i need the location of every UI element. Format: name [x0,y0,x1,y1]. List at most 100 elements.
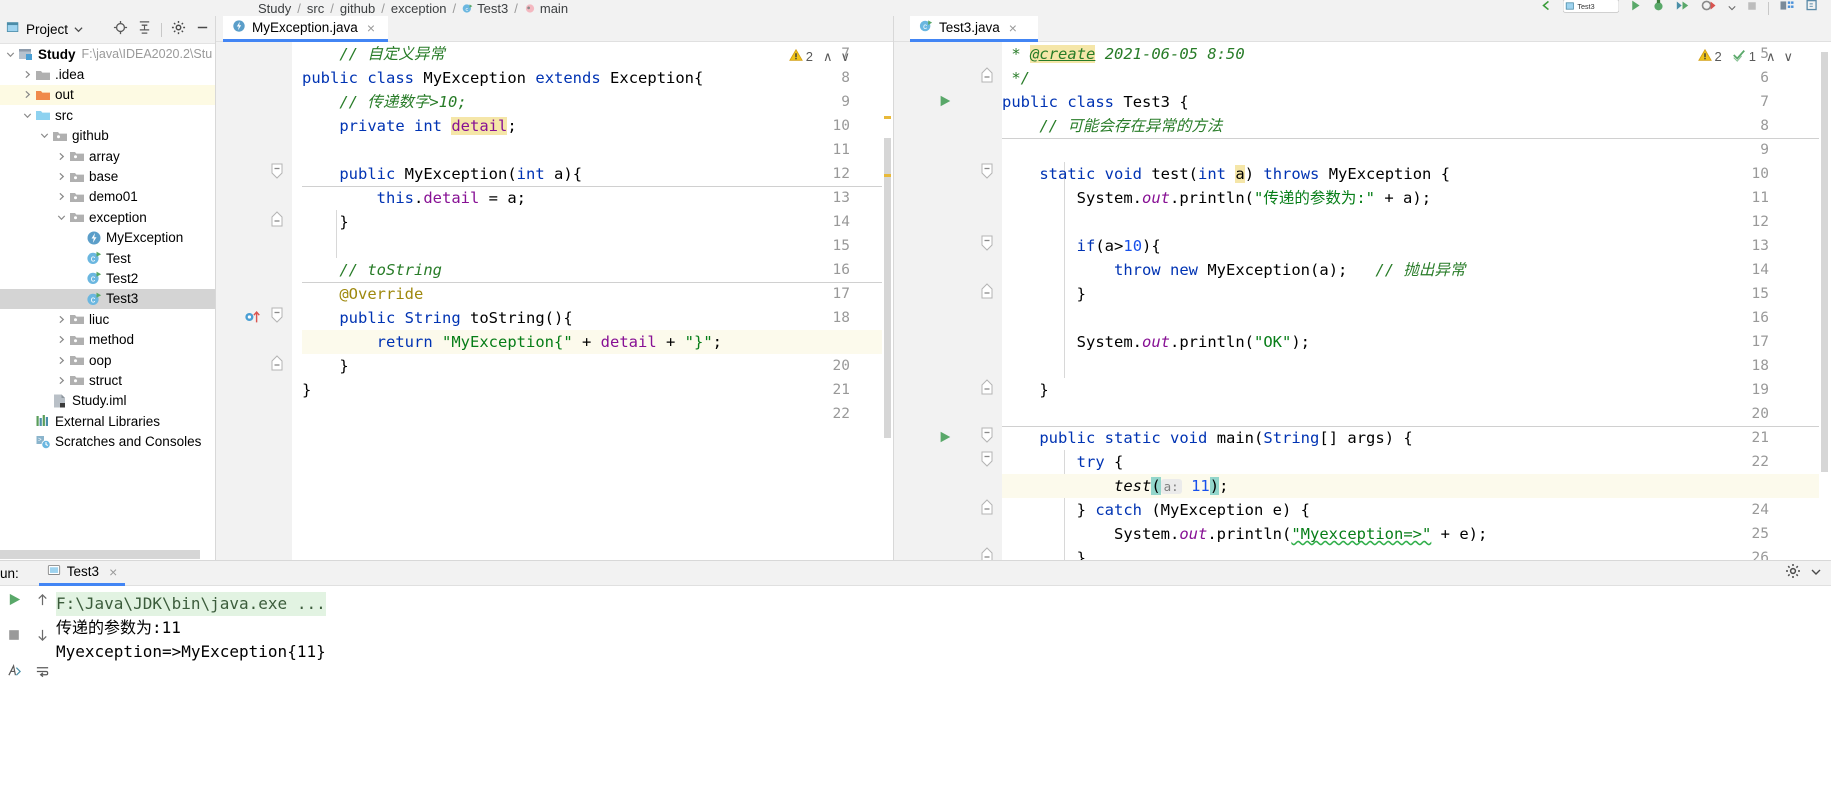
chevron-down-icon[interactable] [1811,564,1821,582]
fold-marker-icon[interactable] [980,282,998,306]
stop-icon[interactable] [7,628,21,647]
close-icon[interactable]: × [1009,21,1017,35]
fold-marker-icon[interactable] [270,162,288,186]
tree-node-src[interactable]: src [0,105,216,125]
tree-node-demo01[interactable]: demo01 [0,187,216,207]
chevron-right-icon[interactable] [55,192,68,201]
fold-marker-icon[interactable] [270,354,288,378]
editor-scrollbar-right[interactable] [1819,42,1831,572]
run-class-gutter-icon[interactable] [938,94,952,108]
code-line[interactable]: throw new MyException(a); // 抛出异常 [1002,258,1831,282]
code-line[interactable]: } [302,378,894,402]
breadcrumb-item-src[interactable]: src [307,1,324,16]
tab-myexception-java[interactable]: MyException.java × [223,16,388,42]
code-line[interactable]: // toString [302,258,894,282]
fold-marker-icon[interactable] [980,234,998,258]
next-problem-icon[interactable]: ∨ [840,49,850,65]
fold-markers-left[interactable] [268,42,292,572]
project-horizontal-scrollbar[interactable] [0,550,208,559]
code-line[interactable]: // 传递数字>10; [302,90,894,114]
run-configuration-selector[interactable]: Test3 [1562,0,1620,18]
breadcrumb-item-github[interactable]: github [340,1,375,16]
project-tree[interactable]: Study F:\java\IDEA2020.2\Stu .idea out src gi… [0,44,216,572]
tree-node-test[interactable]: c Test [0,248,216,268]
code-line[interactable]: test(a: 11); [1002,474,1831,498]
breadcrumb-item-study[interactable]: Study [258,1,291,16]
tree-node-method[interactable]: method [0,329,216,349]
code-line[interactable]: System.out.println("OK"); [1002,330,1831,354]
fold-marker-icon[interactable] [980,498,998,522]
warning-marker[interactable] [884,116,891,119]
gear-icon[interactable] [171,20,186,40]
code-line[interactable]: this.detail = a; [302,186,894,210]
code-line[interactable]: } catch (MyException e) { [1002,498,1831,522]
tree-node-struct[interactable]: struct [0,370,216,390]
chevron-right-icon[interactable] [55,376,68,385]
code-line[interactable]: // 可能会存在异常的方法 [1002,114,1831,138]
fold-marker-icon[interactable] [980,66,998,90]
chevron-down-icon[interactable] [74,21,83,39]
run-profile-icon[interactable] [1700,0,1718,17]
code-line[interactable] [1002,210,1831,234]
next-problem-icon[interactable]: ∨ [1783,49,1793,65]
code-line[interactable]: System.out.println("传递的参数为:" + a); [1002,186,1831,210]
tree-node-array[interactable]: array [0,146,216,166]
tree-node-idea[interactable]: .idea [0,64,216,84]
scroll-down-icon[interactable] [35,628,50,648]
chevron-right-icon[interactable] [55,172,68,181]
code-line[interactable] [1002,354,1831,378]
print-icon[interactable] [7,663,22,683]
chevron-down-icon[interactable] [55,213,68,222]
soft-wrap-icon[interactable] [35,664,50,684]
code-line[interactable]: private int detail; [302,114,894,138]
fold-marker-icon[interactable] [980,162,998,186]
chevron-down-icon[interactable] [4,50,17,59]
code-line[interactable]: return "MyException{" + detail + "}"; [302,330,894,354]
breadcrumb-item-main[interactable]: main [524,1,568,16]
code-line[interactable]: public class Test3 { [1002,90,1831,114]
tree-node-external-libraries[interactable]: External Libraries [0,411,216,431]
close-icon[interactable]: × [109,564,117,580]
code-line[interactable]: } [1002,378,1831,402]
chevron-right-icon[interactable] [55,335,68,344]
stop-button-icon[interactable] [1746,0,1758,17]
breadcrumb-item-test3[interactable]: c Test3 [462,1,508,16]
editor-pane-test3[interactable]: 567891011121314151617181920212223242526 [894,42,1831,572]
tree-node-scratches-and-consoles[interactable]: > Scratches and Consoles [0,431,216,451]
chevron-right-icon[interactable] [55,152,68,161]
inspection-widget-right[interactable]: 2 1 ∧ ∨ [1697,48,1793,65]
editor-pane-myexception[interactable]: 78910111213141516171819202122 [216,42,894,572]
tree-node-exception[interactable]: exception [0,207,216,227]
rerun-icon[interactable] [7,592,22,612]
gear-icon[interactable] [1785,563,1801,584]
tree-node-myexception[interactable]: MyException [0,228,216,248]
tree-node-study[interactable]: Study F:\java\IDEA2020.2\Stu [0,44,216,64]
chevron-right-icon[interactable] [55,356,68,365]
code-line[interactable] [1002,138,1831,162]
code-line[interactable]: if(a>10){ [1002,234,1831,258]
fold-marker-icon[interactable] [270,306,288,330]
scrollbar-thumb[interactable] [1821,52,1828,472]
tree-node-liuc[interactable]: liuc [0,309,216,329]
locate-file-icon[interactable] [113,20,128,40]
code-line[interactable]: } [1002,282,1831,306]
hide-panel-icon[interactable] [195,20,210,40]
breadcrumb-item-exception[interactable]: exception [391,1,447,16]
scrollbar-thumb[interactable] [0,550,200,559]
tree-node-test2[interactable]: c Test2 [0,268,216,288]
code-line[interactable]: @Override [302,282,894,306]
code-line[interactable]: static void test(int a) throws MyExcepti… [1002,162,1831,186]
fold-marker-icon[interactable] [980,450,998,474]
run-method-gutter-icon[interactable] [938,430,952,444]
code-line[interactable]: } [302,210,894,234]
tree-node-base[interactable]: base [0,166,216,186]
tree-node-oop[interactable]: oop [0,350,216,370]
prev-problem-icon[interactable]: ∧ [823,49,833,65]
debug-button-icon[interactable] [1652,0,1665,17]
back-arrow-icon[interactable] [1539,0,1553,17]
search-everywhere-icon[interactable] [1805,0,1819,17]
tab-test3-java[interactable]: c Test3.java × [910,16,1038,42]
override-method-icon[interactable] [244,308,262,331]
collapse-all-icon[interactable] [137,20,152,40]
run-button-icon[interactable] [1629,0,1642,17]
